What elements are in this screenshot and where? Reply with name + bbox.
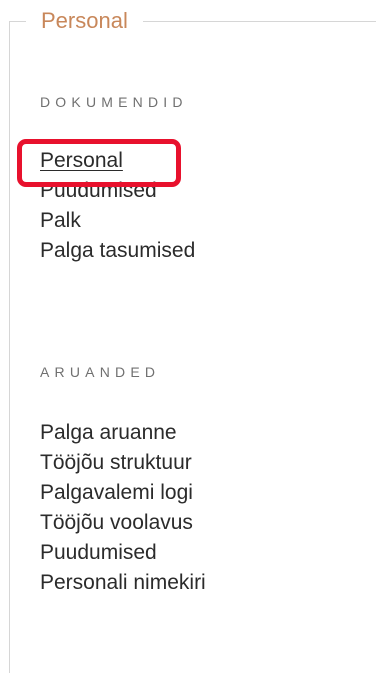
link-personali-nimekiri[interactable]: Personali nimekiri [40, 568, 206, 598]
link-toojou-voolavus[interactable]: Tööjõu voolavus [40, 508, 206, 538]
link-palga-aruanne[interactable]: Palga aruanne [40, 418, 206, 448]
link-toojou-struktuur[interactable]: Tööjõu struktuur [40, 448, 206, 478]
section-heading-documents: DOKUMENDID [40, 94, 188, 110]
link-palgavalemi-logi[interactable]: Palgavalemi logi [40, 478, 206, 508]
reports-link-list: Palga aruanne Tööjõu struktuur Palgavale… [40, 418, 206, 598]
link-palga-tasumised[interactable]: Palga tasumised [40, 236, 195, 266]
link-palk[interactable]: Palk [40, 206, 195, 236]
link-puudumised-report[interactable]: Puudumised [40, 538, 206, 568]
panel-legend: Personal [26, 5, 143, 37]
highlight-annotation [17, 139, 181, 187]
section-heading-reports: ARUANDED [40, 364, 161, 380]
